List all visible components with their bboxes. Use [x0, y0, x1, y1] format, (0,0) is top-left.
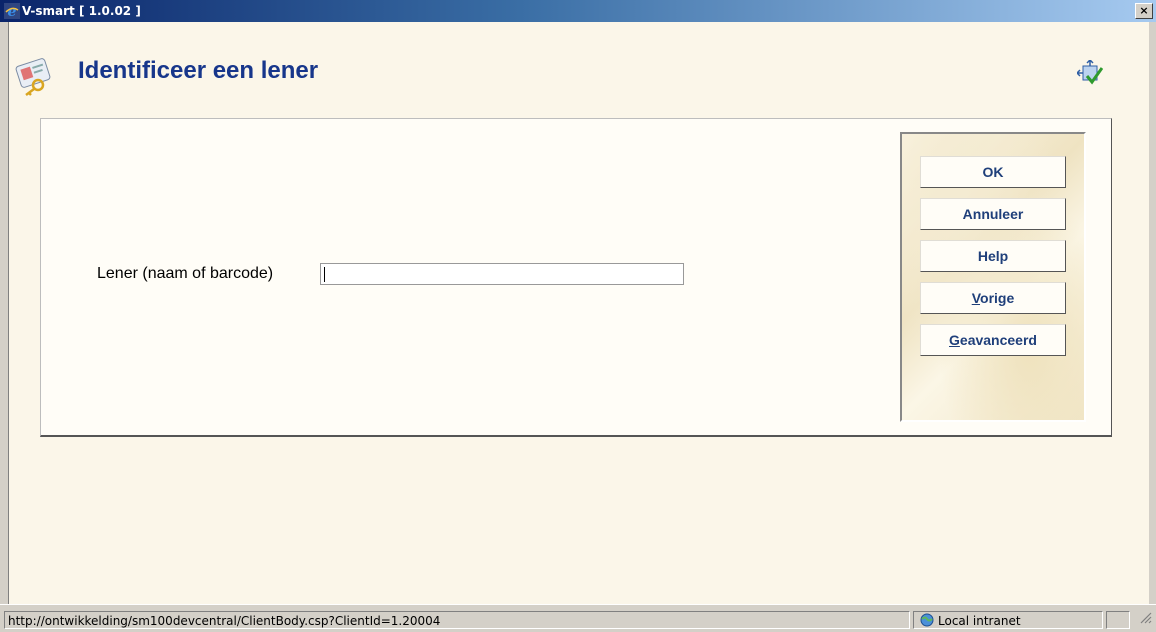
- svg-text:e: e: [8, 4, 17, 19]
- ie-logo-icon: e: [4, 3, 20, 19]
- window-title: V-smart [ 1.0.02 ]: [22, 4, 141, 18]
- security-zone: Local intranet: [913, 611, 1103, 629]
- window-titlebar: e V-smart [ 1.0.02 ] ×: [0, 0, 1156, 22]
- help-button[interactable]: Help: [920, 240, 1066, 272]
- lener-input[interactable]: [320, 263, 684, 285]
- close-button[interactable]: ×: [1135, 3, 1153, 19]
- lener-label: Lener (naam of barcode): [97, 265, 274, 282]
- layout-check-icon[interactable]: [1077, 60, 1103, 86]
- zone-text: Local intranet: [938, 614, 1021, 628]
- button-panel: OK Annuleer Help Vorige Geavanceerd: [900, 132, 1086, 422]
- annuleer-button[interactable]: Annuleer: [920, 198, 1066, 230]
- page-title: Identificeer een lener: [78, 57, 319, 84]
- status-bar: http://ontwikkelding/sm100devcentral/Cli…: [0, 604, 1156, 632]
- geavanceerd-accesskey: G: [949, 332, 960, 348]
- status-url: http://ontwikkelding/sm100devcentral/Cli…: [4, 611, 910, 629]
- resize-grip-icon[interactable]: [1138, 610, 1152, 624]
- text-cursor: [324, 267, 325, 282]
- status-blank-pane: [1106, 611, 1130, 629]
- vorige-accesskey: V: [971, 290, 981, 306]
- id-card-key-icon: [15, 58, 51, 96]
- globe-icon: [920, 613, 934, 627]
- geavanceerd-label: eavanceerd: [959, 332, 1037, 348]
- vorige-button[interactable]: Vorige: [920, 282, 1066, 314]
- vorige-label: orige: [980, 290, 1015, 306]
- geavanceerd-button[interactable]: Geavanceerd: [920, 324, 1066, 356]
- ok-button[interactable]: OK: [920, 156, 1066, 188]
